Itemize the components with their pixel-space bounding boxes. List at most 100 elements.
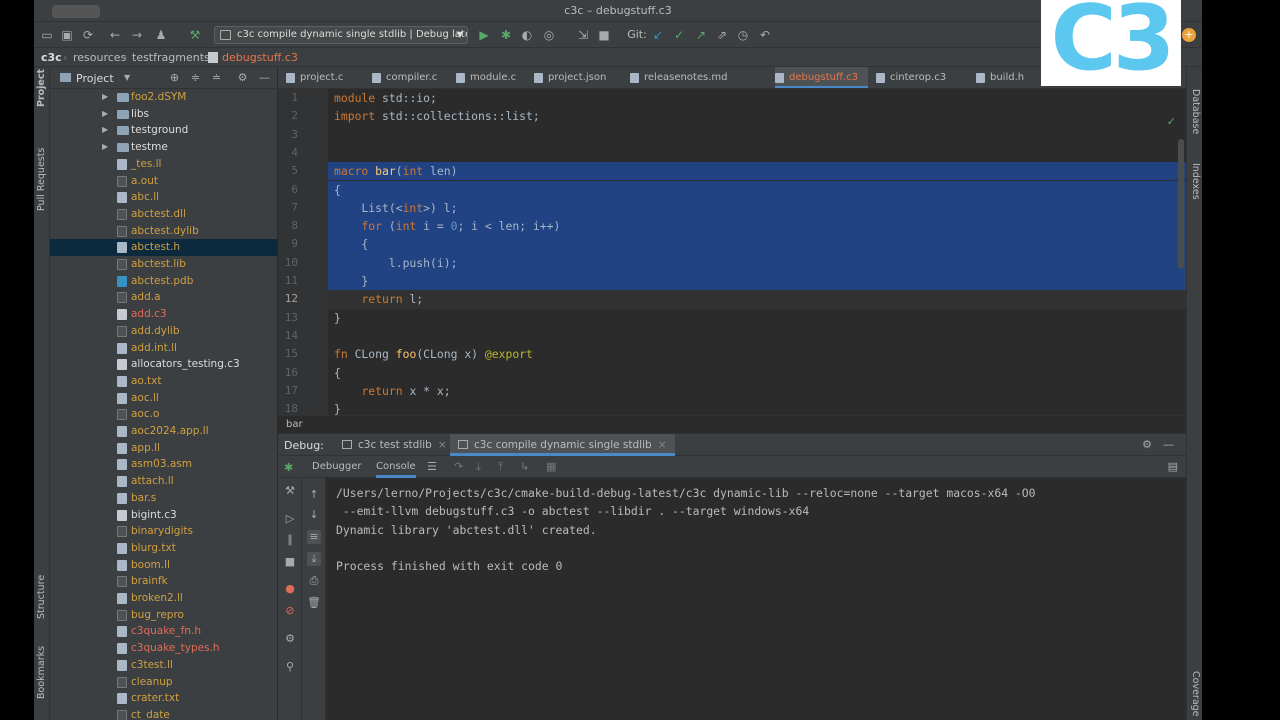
- tree-file[interactable]: c3quake_types.h: [50, 640, 278, 657]
- tree-file[interactable]: brainfk: [50, 573, 278, 590]
- expand-all-icon[interactable]: ≑: [189, 71, 202, 84]
- locate-icon[interactable]: ⊕: [168, 71, 181, 84]
- tree-file[interactable]: add.c3: [50, 306, 278, 323]
- tree-file[interactable]: bug_repro: [50, 607, 278, 624]
- chevron-right-icon[interactable]: ▶: [102, 106, 108, 122]
- gear-icon[interactable]: ⚙: [1142, 438, 1152, 451]
- tree-folder[interactable]: ▶ foo2.dSYM: [50, 89, 278, 106]
- resume-icon[interactable]: ▷: [283, 512, 297, 526]
- git-compare-icon[interactable]: ⇗: [715, 28, 729, 42]
- tree-file[interactable]: crater.txt: [50, 690, 278, 707]
- pin-icon[interactable]: ⚲: [283, 660, 297, 674]
- scroll-up-icon[interactable]: ↑: [307, 488, 321, 502]
- wrench-icon[interactable]: ⚒: [283, 484, 297, 498]
- breakpoints-icon[interactable]: ●: [283, 582, 297, 596]
- tree-file[interactable]: boom.ll: [50, 557, 278, 574]
- tree-file[interactable]: c3quake_fn.h: [50, 623, 278, 640]
- evaluate-icon[interactable]: ▦: [546, 460, 556, 473]
- tree-file[interactable]: ct_date: [50, 707, 278, 720]
- tree-folder[interactable]: ▶ testme: [50, 139, 278, 156]
- tree-file[interactable]: attach.ll: [50, 473, 278, 490]
- tree-file[interactable]: ao.txt: [50, 373, 278, 390]
- tree-folder[interactable]: ▶ libs: [50, 106, 278, 123]
- layout-icon[interactable]: ▤: [1168, 460, 1178, 473]
- soft-wrap-icon[interactable]: ≡: [307, 530, 321, 544]
- tree-file[interactable]: abc.ll: [50, 189, 278, 206]
- tree-file[interactable]: bigint.c3: [50, 507, 278, 524]
- editor-tab[interactable]: build.h: [976, 67, 1040, 88]
- pause-icon[interactable]: ∥: [283, 533, 297, 547]
- project-panel-title[interactable]: Project: [76, 72, 114, 85]
- subtab-console[interactable]: Console: [376, 456, 416, 478]
- no-problems-check-icon[interactable]: ✓: [1167, 115, 1176, 128]
- breadcrumb-item[interactable]: resources: [73, 51, 126, 64]
- tree-file[interactable]: abctest.pdb: [50, 273, 278, 290]
- run-configuration-select[interactable]: c3c compile dynamic single stdlib | Debu…: [214, 26, 468, 44]
- minimize-icon[interactable]: —: [258, 71, 271, 84]
- breadcrumb-item[interactable]: testfragments: [132, 51, 210, 64]
- print-icon[interactable]: ⎙: [307, 574, 321, 588]
- chevron-down-icon[interactable]: ▼: [124, 73, 130, 82]
- tree-folder[interactable]: ▶ testground: [50, 122, 278, 139]
- tree-file[interactable]: aoc2024.app.ll: [50, 423, 278, 440]
- tree-file[interactable]: bar.s: [50, 490, 278, 507]
- tree-file[interactable]: abctest.dll: [50, 206, 278, 223]
- notification-badge-icon[interactable]: +: [1182, 28, 1196, 42]
- history-icon[interactable]: ◷: [736, 28, 750, 42]
- debug-session-tab[interactable]: c3c test stdlib ×: [334, 434, 455, 456]
- trash-icon[interactable]: 🗑: [307, 596, 321, 610]
- stop-icon[interactable]: ■: [283, 555, 297, 569]
- run-to-cursor-icon[interactable]: ↳: [520, 460, 529, 473]
- console-output[interactable]: /Users/lerno/Projects/c3c/cmake-build-de…: [326, 478, 1186, 720]
- tree-file[interactable]: abctest.lib: [50, 256, 278, 273]
- tree-file[interactable]: c3test.ll: [50, 657, 278, 674]
- editor-scrollbar[interactable]: [1178, 139, 1184, 269]
- git-update-icon[interactable]: ↙: [651, 28, 665, 42]
- tree-file[interactable]: allocators_testing.c3: [50, 356, 278, 373]
- tree-file[interactable]: cleanup: [50, 674, 278, 691]
- debug-session-tab-active[interactable]: c3c compile dynamic single stdlib ×: [450, 434, 675, 456]
- close-icon[interactable]: ×: [438, 439, 447, 451]
- tree-file[interactable]: asm03.asm: [50, 456, 278, 473]
- run-icon[interactable]: ▶: [477, 28, 491, 42]
- breadcrumb-item[interactable]: c3c: [41, 51, 62, 64]
- mute-breakpoints-icon[interactable]: ⊘: [283, 604, 297, 618]
- editor-tab[interactable]: cinterop.c3: [876, 67, 968, 88]
- code-structure-crumb[interactable]: bar: [278, 415, 1186, 433]
- chevron-right-icon[interactable]: ▶: [102, 122, 108, 138]
- tree-file[interactable]: abctest.h: [50, 239, 278, 256]
- profile-icon[interactable]: ◎: [542, 28, 556, 42]
- scroll-to-end-icon[interactable]: ⤓: [307, 552, 321, 566]
- editor-tab[interactable]: project.json: [534, 67, 622, 88]
- user-icon[interactable]: ♟: [154, 28, 168, 42]
- tree-file[interactable]: binarydigits: [50, 523, 278, 540]
- debug-bug-icon[interactable]: ✱: [499, 28, 513, 42]
- minimize-icon[interactable]: —: [1163, 438, 1174, 451]
- git-commit-icon[interactable]: ✓: [672, 28, 686, 42]
- back-icon[interactable]: ←: [108, 28, 122, 42]
- gear-icon[interactable]: ⚙: [236, 71, 249, 84]
- gear-icon[interactable]: ⚙: [283, 632, 297, 646]
- code-area[interactable]: module std::io; import std::collections:…: [328, 89, 1186, 415]
- coverage-icon[interactable]: ◐: [520, 28, 534, 42]
- build-hammer-icon[interactable]: ⚒: [188, 28, 202, 42]
- step-out-icon[interactable]: ⤒: [498, 460, 503, 474]
- attach-icon[interactable]: ⇲: [576, 28, 590, 42]
- step-over-icon[interactable]: ↷: [454, 460, 463, 473]
- tree-file[interactable]: app.ll: [50, 440, 278, 457]
- tree-file[interactable]: add.int.ll: [50, 340, 278, 357]
- menu-icon[interactable]: ☰: [427, 460, 437, 473]
- forward-icon[interactable]: →: [130, 28, 144, 42]
- step-into-icon[interactable]: ⤓: [476, 460, 481, 474]
- editor-tab[interactable]: debugstuff.c3: [775, 67, 868, 88]
- editor-tab[interactable]: module.c: [456, 67, 526, 88]
- chevron-right-icon[interactable]: ▶: [102, 139, 108, 155]
- subtab-debugger[interactable]: Debugger: [312, 456, 362, 478]
- close-icon[interactable]: ×: [658, 439, 667, 451]
- chevron-right-icon[interactable]: ▶: [102, 89, 108, 105]
- rollback-icon[interactable]: ↶: [758, 28, 772, 42]
- tree-file[interactable]: a.out: [50, 173, 278, 190]
- tree-file[interactable]: _tes.ll: [50, 156, 278, 173]
- collapse-all-icon[interactable]: ≐: [210, 71, 223, 84]
- editor-tab[interactable]: compiler.c: [372, 67, 448, 88]
